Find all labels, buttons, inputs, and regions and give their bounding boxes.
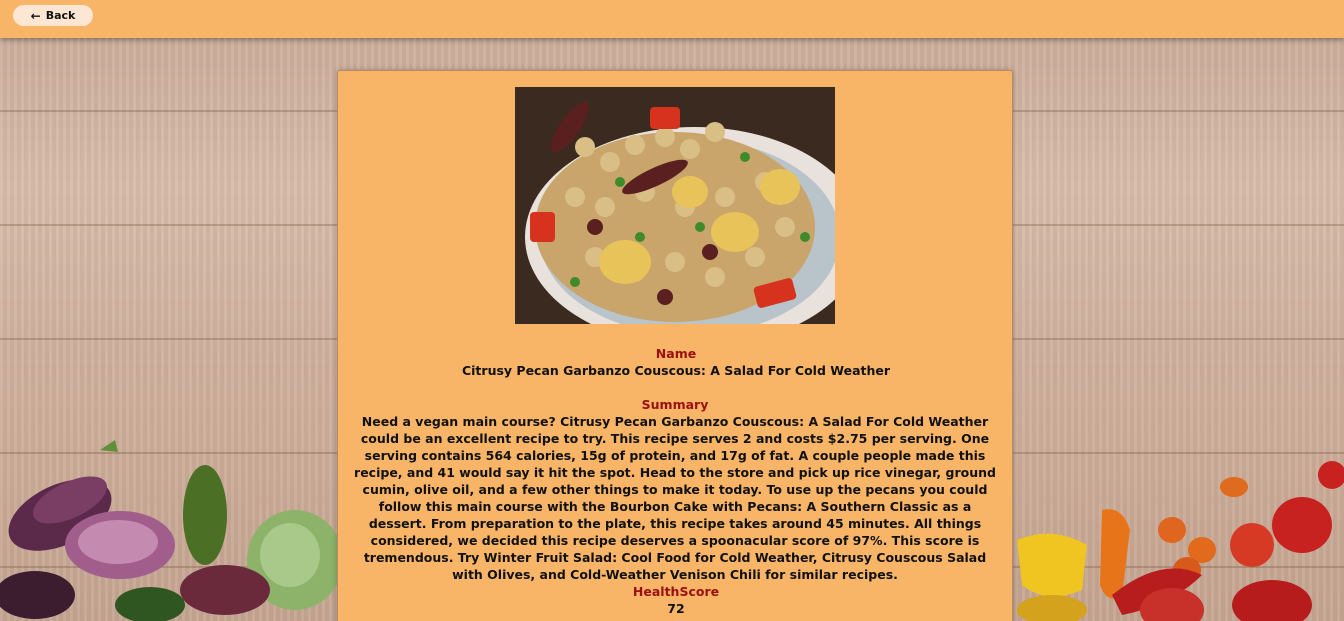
recipe-image xyxy=(515,87,835,324)
summary-section: Summary Need a vegan main course? Citrus… xyxy=(352,396,998,583)
health-section: HealthScore 72 xyxy=(338,583,1014,617)
top-bar: ← Back xyxy=(0,0,1344,38)
recipe-card: Name Citrusy Pecan Garbanzo Couscous: A … xyxy=(337,70,1013,621)
arrow-left-icon: ← xyxy=(30,8,41,23)
vegetables-right-image xyxy=(1017,461,1344,621)
back-button[interactable]: ← Back xyxy=(13,5,93,26)
back-label: Back xyxy=(45,9,76,22)
recipe-summary: Need a vegan main course? Citrusy Pecan … xyxy=(354,414,996,582)
vegetables-left-image xyxy=(0,440,340,621)
name-section: Name Citrusy Pecan Garbanzo Couscous: A … xyxy=(338,345,1014,379)
health-score-value: 72 xyxy=(667,601,685,616)
summary-label: Summary xyxy=(641,397,709,412)
recipe-name: Citrusy Pecan Garbanzo Couscous: A Salad… xyxy=(461,363,891,378)
name-label: Name xyxy=(655,346,697,361)
health-score-label: HealthScore xyxy=(632,584,720,599)
